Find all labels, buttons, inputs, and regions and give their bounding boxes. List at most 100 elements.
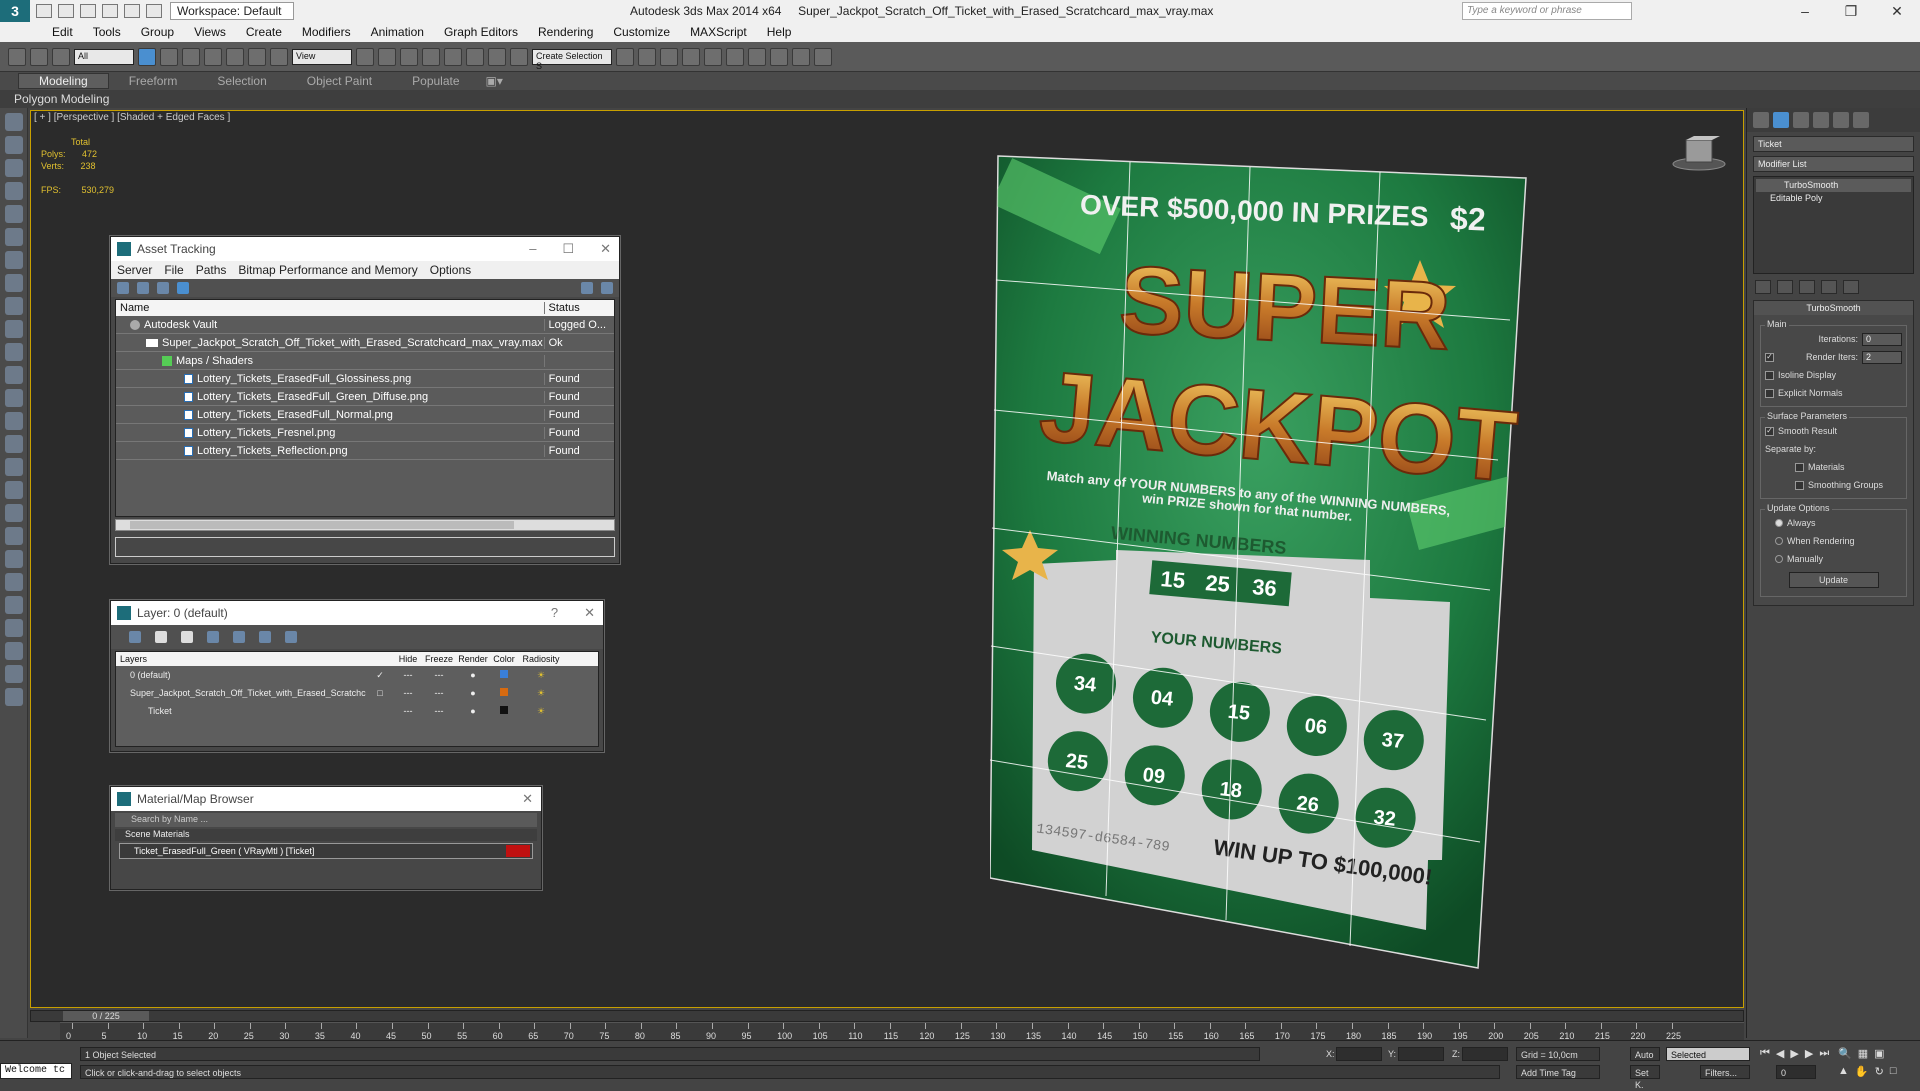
scratch-ticket-model[interactable]: OVER $500,000 IN PRIZES $2 SUPER JACKPOT… [989, 150, 1530, 970]
select-in-layer-icon[interactable] [207, 631, 219, 643]
workspace-dropdown[interactable]: Workspace: Default [170, 2, 294, 20]
utilities-tab-icon[interactable] [1853, 112, 1869, 128]
column-layers[interactable]: Layers [116, 654, 394, 664]
modifier-uvw-icon[interactable] [5, 573, 23, 591]
modifier-twist-icon[interactable] [5, 481, 23, 499]
menu-tools[interactable]: Tools [83, 25, 131, 39]
viewport-layout-icon[interactable] [5, 113, 23, 131]
table-row[interactable]: Lottery_Tickets_ErasedFull_Glossiness.pn… [116, 370, 614, 388]
freeze-all-icon[interactable] [285, 631, 297, 643]
menu-file[interactable]: File [164, 263, 183, 277]
snap-toggle-icon[interactable] [422, 47, 440, 66]
menu-options[interactable]: Options [430, 263, 471, 277]
zoom-all-icon[interactable]: ▦ [1858, 1047, 1868, 1060]
settings-icon[interactable] [601, 282, 613, 294]
scale-icon[interactable] [270, 47, 288, 66]
graphite-modeling-icon[interactable] [682, 47, 700, 66]
smooth-result-row[interactable]: ✓ Smooth Result [1765, 422, 1902, 440]
maximize-viewport-icon[interactable]: □ [1890, 1065, 1897, 1078]
box-primitive-icon[interactable] [5, 297, 23, 315]
tab-freeform[interactable]: Freeform [109, 74, 198, 88]
search-input[interactable]: Type a keyword or phrase [1462, 2, 1632, 20]
menu-modifiers[interactable]: Modifiers [292, 25, 361, 39]
z-coord-field[interactable] [1462, 1047, 1508, 1061]
align-icon[interactable] [638, 47, 656, 66]
modifier-noise-icon[interactable] [5, 550, 23, 568]
window-crossing-icon[interactable] [204, 47, 222, 66]
list-view-icon[interactable] [137, 282, 149, 294]
layer-row[interactable]: Super_Jackpot_Scratch_Off_Ticket_with_Er… [116, 684, 598, 702]
stack-item-turbosmooth[interactable]: TurboSmooth [1756, 179, 1911, 192]
tree-view-icon[interactable] [157, 282, 169, 294]
explicit-normals-row[interactable]: Explicit Normals [1765, 384, 1902, 402]
next-frame-icon[interactable]: ▶ [1805, 1047, 1813, 1060]
go-to-end-icon[interactable]: ⏭ [1819, 1047, 1829, 1060]
hierarchy-icon[interactable] [5, 642, 23, 660]
omni-light-icon[interactable] [5, 435, 23, 453]
table-view-icon[interactable] [177, 282, 189, 294]
menu-group[interactable]: Group [131, 25, 184, 39]
set-key-button[interactable]: Set K. [1630, 1065, 1660, 1090]
layer-manager-icon[interactable] [660, 47, 678, 66]
menu-bitmap-performance[interactable]: Bitmap Performance and Memory [238, 263, 417, 277]
refresh-icon[interactable] [117, 282, 129, 294]
materials-row[interactable]: Materials [1765, 458, 1902, 476]
zoom-icon[interactable]: 🔍 [1838, 1047, 1852, 1060]
table-row[interactable]: Super_Jackpot_Scratch_Off_Ticket_with_Er… [116, 334, 614, 352]
table-row[interactable]: Maps / Shaders [116, 352, 614, 370]
menu-edit[interactable]: Edit [42, 25, 83, 39]
select-object-icon[interactable] [138, 47, 156, 66]
menu-server[interactable]: Server [117, 263, 152, 277]
table-row[interactable]: Autodesk Vault Logged O... [116, 316, 614, 334]
ribbon-panel-polygon-modeling[interactable]: Polygon Modeling [0, 90, 1920, 108]
hide-all-icon[interactable] [259, 631, 271, 643]
menu-rendering[interactable]: Rendering [528, 25, 603, 39]
tab-populate[interactable]: Populate [392, 74, 479, 88]
update-button[interactable]: Update [1788, 572, 1879, 588]
always-row[interactable]: Always [1765, 514, 1902, 532]
space-warp-icon[interactable] [5, 251, 23, 269]
menu-graph-editors[interactable]: Graph Editors [434, 25, 528, 39]
maximize-icon[interactable]: ☐ [562, 241, 574, 257]
delete-layer-icon[interactable] [155, 631, 167, 643]
key-filter-dropdown[interactable]: Selected [1666, 1047, 1750, 1061]
new-file-icon[interactable] [36, 4, 52, 18]
column-radiosity[interactable]: Radiosity [518, 654, 564, 664]
modifier-ffd-icon[interactable] [5, 527, 23, 545]
create-shape-icon[interactable] [5, 159, 23, 177]
isoline-row[interactable]: Isoline Display [1765, 366, 1902, 384]
previous-frame-icon[interactable]: ◀ [1776, 1047, 1784, 1060]
percent-snap-icon[interactable] [466, 47, 484, 66]
menu-create[interactable]: Create [236, 25, 292, 39]
minimize-icon[interactable]: – [529, 241, 536, 257]
column-status[interactable]: Status [545, 302, 614, 314]
current-frame-field[interactable]: 0 [1776, 1065, 1816, 1079]
select-by-name-icon[interactable] [160, 47, 178, 66]
material-search-input[interactable]: Search by Name ... [115, 813, 537, 827]
asset-tracking-titlebar[interactable]: Asset Tracking – ☐ ✕ [111, 237, 619, 261]
render-production-icon[interactable] [814, 47, 832, 66]
create-camera-icon[interactable] [5, 205, 23, 223]
modifier-list-dropdown[interactable]: Modifier List [1753, 156, 1914, 172]
track-bar[interactable]: 0 5 10 15 20 25 30 35 40 45 50 55 60 65 70 75 80 85 90 95 10… [60, 1022, 1744, 1041]
pivot-center-icon[interactable] [356, 47, 374, 66]
horizontal-scrollbar[interactable] [115, 519, 615, 531]
menu-help[interactable]: Help [757, 25, 802, 39]
scene-materials-group[interactable]: Scene Materials [115, 829, 537, 841]
x-coord-field[interactable] [1336, 1047, 1382, 1061]
rollout-title[interactable]: TurboSmooth [1754, 301, 1913, 315]
key-filters-button[interactable]: Filters... [1700, 1065, 1750, 1079]
reference-coordinate-dropdown[interactable]: View [292, 48, 352, 65]
orbit-icon[interactable]: ↻ [1875, 1065, 1884, 1078]
object-name-field[interactable]: Ticket [1753, 136, 1914, 152]
modifier-taper-icon[interactable] [5, 504, 23, 522]
layer-row[interactable]: Ticket --- --- ● ☀ [116, 702, 598, 720]
layer-row[interactable]: 0 (default) ✓ --- --- ● ☀ [116, 666, 598, 684]
hierarchy-tab-icon[interactable] [1793, 112, 1809, 128]
time-slider[interactable]: 0 / 225 [30, 1010, 1744, 1022]
move-icon[interactable] [226, 47, 244, 66]
go-to-start-icon[interactable]: ⏮ [1760, 1047, 1770, 1060]
render-icon[interactable] [5, 596, 23, 614]
menu-paths[interactable]: Paths [196, 263, 227, 277]
help-icon[interactable] [5, 688, 23, 706]
